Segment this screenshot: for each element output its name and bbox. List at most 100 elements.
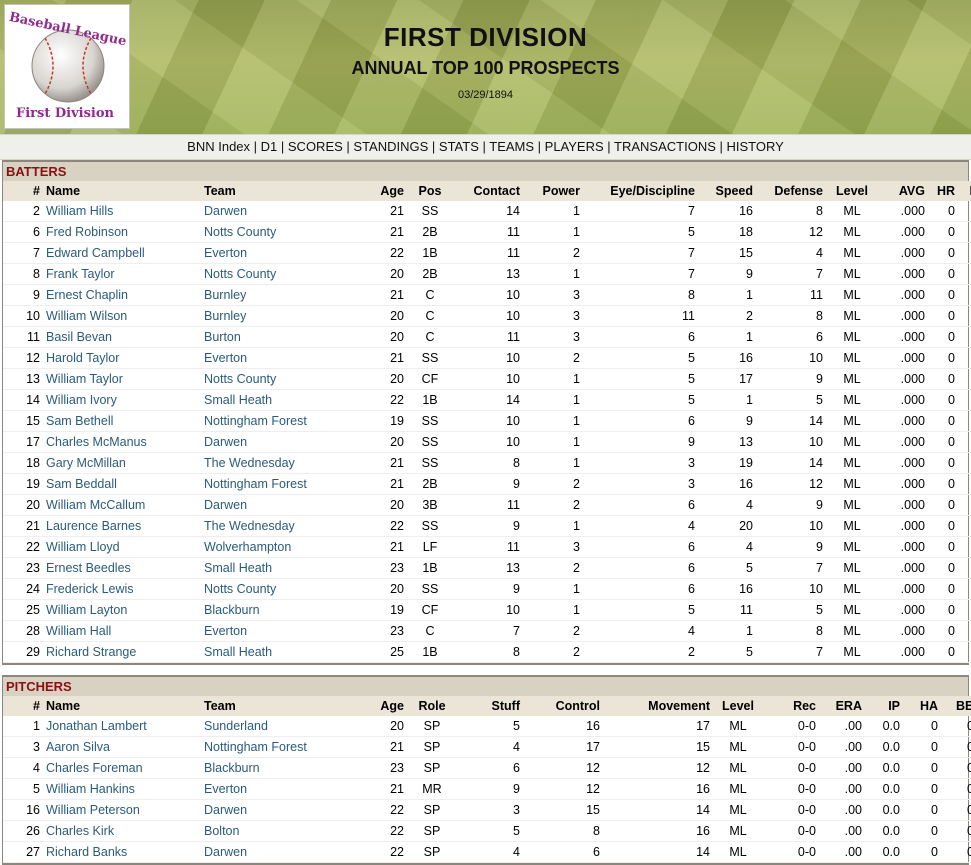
player-name-link[interactable]: Charles McManus [43, 432, 201, 453]
player-name-link[interactable]: Richard Strange [43, 642, 201, 663]
team-name-link[interactable]: Sunderland [201, 716, 353, 737]
team-name-link[interactable]: Everton [201, 348, 353, 369]
cell-age: 23 [390, 624, 404, 638]
team-name-link[interactable]: The Wednesday [201, 453, 353, 474]
team-name-link[interactable]: Everton [201, 621, 353, 642]
column-header-name[interactable]: Name [43, 181, 201, 201]
player-name-link[interactable]: Charles Kirk [43, 821, 201, 842]
column-header-level[interactable]: Level [713, 696, 763, 716]
player-name-link[interactable]: Laurence Barnes [43, 516, 201, 537]
player-name-link[interactable]: Fred Robinson [43, 222, 201, 243]
player-name-link[interactable]: William Hankins [43, 779, 201, 800]
nav-link-players[interactable]: PLAYERS [545, 139, 604, 154]
team-name-link[interactable]: Burnley [201, 285, 353, 306]
player-name-link[interactable]: William Peterson [43, 800, 201, 821]
nav-link-history[interactable]: HISTORY [727, 139, 784, 154]
player-name-link[interactable]: Ernest Beedles [43, 558, 201, 579]
team-name-link[interactable]: Darwen [201, 201, 353, 222]
column-header-rbi[interactable]: RBI [958, 181, 971, 201]
team-name-link[interactable]: Blackburn [201, 600, 353, 621]
nav-link-teams[interactable]: TEAMS [489, 139, 534, 154]
column-header-bb[interactable]: BB [941, 696, 971, 716]
player-name-link[interactable]: William Ivory [43, 390, 201, 411]
team-name-link[interactable]: Bolton [201, 821, 353, 842]
column-header-control[interactable]: Control [523, 696, 603, 716]
team-name-link[interactable]: Burnley [201, 306, 353, 327]
team-name-link[interactable]: Notts County [201, 222, 353, 243]
team-name-link[interactable]: Nottingham Forest [201, 474, 353, 495]
column-header-stuff[interactable]: Stuff [457, 696, 523, 716]
player-name-link[interactable]: Charles Foreman [43, 758, 201, 779]
column-header-eye-discipline[interactable]: Eye/Discipline [583, 181, 698, 201]
player-name-link[interactable]: William Hall [43, 621, 201, 642]
column-header-ha[interactable]: HA [903, 696, 941, 716]
team-name-link[interactable]: Small Heath [201, 390, 353, 411]
column-header-contact[interactable]: Contact [453, 181, 523, 201]
column-header-avg[interactable]: AVG [878, 181, 928, 201]
nav-link-stats[interactable]: STATS [439, 139, 479, 154]
player-name-link[interactable]: Jonathan Lambert [43, 716, 201, 737]
column-header-power[interactable]: Power [523, 181, 583, 201]
nav-link-transactions[interactable]: TRANSACTIONS [614, 139, 716, 154]
player-name-link[interactable]: Edward Campbell [43, 243, 201, 264]
team-name-link[interactable]: Nottingham Forest [201, 411, 353, 432]
team-name-link[interactable]: Small Heath [201, 642, 353, 663]
player-name-link[interactable]: Frank Taylor [43, 264, 201, 285]
column-header-age[interactable]: Age [353, 181, 407, 201]
team-name-link[interactable]: Wolverhampton [201, 537, 353, 558]
player-name-link[interactable]: William Taylor [43, 369, 201, 390]
column-header-era[interactable]: ERA [819, 696, 865, 716]
team-name-link[interactable]: Notts County [201, 369, 353, 390]
player-name-link[interactable]: William Lloyd [43, 537, 201, 558]
team-name-link[interactable]: Darwen [201, 842, 353, 863]
player-name-link[interactable]: Gary McMillan [43, 453, 201, 474]
column-header-team[interactable]: Team [201, 181, 353, 201]
player-name-link[interactable]: William Layton [43, 600, 201, 621]
cell-number: 8 [33, 267, 40, 281]
column-header-level[interactable]: Level [826, 181, 878, 201]
column-header-role[interactable]: Role [407, 696, 457, 716]
team-name-link[interactable]: Blackburn [201, 758, 353, 779]
player-name-link[interactable]: William Wilson [43, 306, 201, 327]
player-name-link[interactable]: Richard Banks [43, 842, 201, 863]
column-header-defense[interactable]: Defense [756, 181, 826, 201]
player-name-link[interactable]: William Hills [43, 201, 201, 222]
player-name-link[interactable]: Basil Bevan [43, 327, 201, 348]
column-header-movement[interactable]: Movement [603, 696, 713, 716]
column-header-speed[interactable]: Speed [698, 181, 756, 201]
column-header-number[interactable]: # [3, 696, 43, 716]
player-name-link[interactable]: Harold Taylor [43, 348, 201, 369]
column-header-name[interactable]: Name [43, 696, 201, 716]
cell-speed: 1 [746, 393, 753, 407]
column-header-number[interactable]: # [3, 181, 43, 201]
player-name-link[interactable]: Aaron Silva [43, 737, 201, 758]
team-name-link[interactable]: Notts County [201, 264, 353, 285]
player-name-link[interactable]: Sam Bethell [43, 411, 201, 432]
player-name-link[interactable]: William McCallum [43, 495, 201, 516]
team-name-link[interactable]: Darwen [201, 432, 353, 453]
player-name-link[interactable]: Frederick Lewis [43, 579, 201, 600]
nav-link-scores[interactable]: SCORES [288, 139, 343, 154]
logo-text-bottom: First Division [16, 106, 114, 121]
team-name-link[interactable]: Everton [201, 779, 353, 800]
team-name-link[interactable]: Small Heath [201, 558, 353, 579]
team-name-link[interactable]: Nottingham Forest [201, 737, 353, 758]
cell-hr: 0 [948, 267, 955, 281]
column-header-rec[interactable]: Rec [763, 696, 819, 716]
column-header-ip[interactable]: IP [865, 696, 903, 716]
team-name-link[interactable]: Notts County [201, 579, 353, 600]
column-header-age[interactable]: Age [353, 696, 407, 716]
column-header-team[interactable]: Team [201, 696, 353, 716]
team-name-link[interactable]: Burton [201, 327, 353, 348]
nav-link-standings[interactable]: STANDINGS [353, 139, 428, 154]
team-name-link[interactable]: Darwen [201, 800, 353, 821]
nav-link-bnn-index[interactable]: BNN Index [187, 139, 250, 154]
column-header-hr[interactable]: HR [928, 181, 958, 201]
team-name-link[interactable]: Darwen [201, 495, 353, 516]
column-header-pos[interactable]: Pos [407, 181, 453, 201]
team-name-link[interactable]: The Wednesday [201, 516, 353, 537]
team-name-link[interactable]: Everton [201, 243, 353, 264]
nav-link-d1[interactable]: D1 [261, 139, 278, 154]
player-name-link[interactable]: Ernest Chaplin [43, 285, 201, 306]
player-name-link[interactable]: Sam Beddall [43, 474, 201, 495]
